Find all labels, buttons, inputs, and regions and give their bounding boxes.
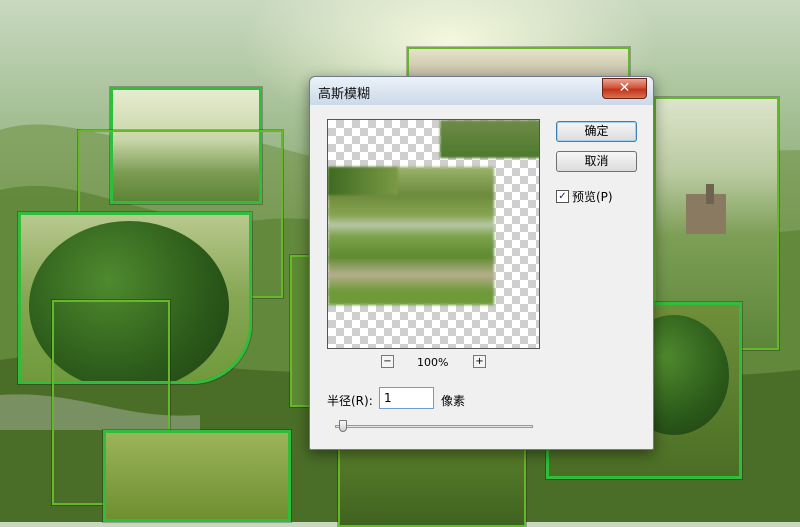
close-button[interactable]: ✕ (602, 78, 647, 99)
radius-slider-thumb[interactable] (339, 420, 347, 432)
cancel-button[interactable]: 取消 (556, 151, 637, 172)
minus-icon: − (383, 356, 392, 367)
ok-button[interactable]: 确定 (556, 121, 637, 142)
preview-checkbox[interactable]: ✓ (556, 190, 569, 203)
photo-tile-bottom-center (338, 447, 526, 527)
checkmark-icon: ✓ (558, 191, 567, 202)
radius-unit-label: 像素 (441, 394, 466, 408)
radius-input[interactable] (379, 387, 434, 409)
gaussian-blur-dialog: 高斯模糊 ✕ 确定 取消 ✓ 预览(P) − 100% + 半径(R): 像素 (309, 76, 654, 450)
preview-canvas[interactable] (327, 119, 540, 349)
radius-label: 半径(R): (327, 394, 373, 408)
preview-checkbox-row[interactable]: ✓ 预览(P) (556, 188, 613, 205)
radius-slider-track[interactable] (335, 425, 533, 428)
dialog-titlebar[interactable]: 高斯模糊 ✕ (310, 77, 653, 105)
zoom-in-button[interactable]: + (473, 355, 486, 368)
zoom-level: 100% (417, 356, 449, 369)
photo-tile-bottom-left (103, 430, 291, 522)
dialog-title: 高斯模糊 (318, 87, 371, 102)
preview-image-trees (328, 167, 398, 195)
close-icon: ✕ (618, 80, 631, 96)
zoom-out-button[interactable]: − (381, 355, 394, 368)
preview-checkbox-label: 预览(P) (572, 190, 613, 204)
preview-image-top (440, 120, 539, 158)
plus-icon: + (475, 356, 484, 367)
